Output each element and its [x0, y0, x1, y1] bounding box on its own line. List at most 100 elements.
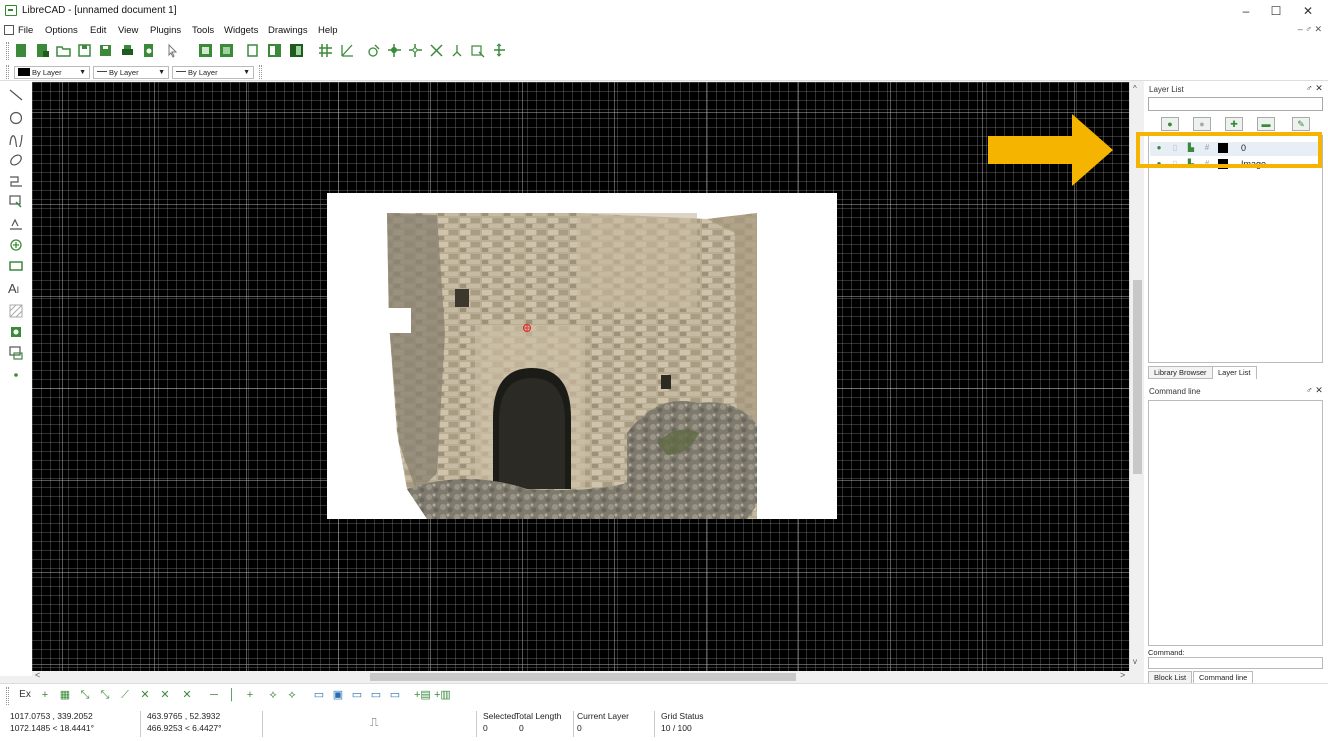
modify-tool-icon[interactable] [8, 237, 24, 253]
snap-endpoint-icon[interactable]: ⤡ [78, 688, 92, 702]
snap-center-icon[interactable]: ⟋ [118, 688, 132, 702]
select-pointer-icon[interactable] [165, 43, 180, 58]
layer-filter-input[interactable] [1148, 97, 1323, 111]
zoom-out-icon[interactable] [408, 43, 423, 58]
paste-icon[interactable] [245, 43, 260, 58]
new-from-template-icon[interactable] [35, 43, 50, 58]
image-tool-icon[interactable] [8, 324, 24, 340]
print-icon[interactable] [120, 43, 135, 58]
remove-view-icon[interactable]: +▥ [434, 688, 451, 702]
snap-exclusive-button[interactable]: Ex [18, 688, 32, 702]
dock-float-close-icon[interactable]: ♂ ✕ [1306, 83, 1323, 94]
text-tool-icon[interactable]: AI [8, 281, 24, 297]
save-icon[interactable] [77, 43, 92, 58]
tab-layer-list[interactable]: Layer List [1212, 366, 1257, 379]
menu-view[interactable]: View [118, 25, 138, 36]
document-icon[interactable] [4, 25, 14, 35]
add-view-icon[interactable]: +▤ [414, 688, 431, 702]
command-history [1148, 400, 1323, 646]
restrict-horizontal-icon[interactable]: ─ [207, 688, 221, 702]
zoom-window-icon[interactable] [471, 43, 486, 58]
select-tool-icon[interactable] [8, 194, 24, 210]
add-layer-button[interactable]: ✚ [1225, 117, 1243, 131]
undo-icon[interactable] [267, 43, 282, 58]
open-folder-icon[interactable] [56, 43, 71, 58]
view-tab-1-icon[interactable]: ▭ [312, 688, 326, 702]
close-button[interactable]: ✕ [1294, 2, 1322, 20]
redo-icon[interactable] [289, 43, 304, 58]
draft-mode-icon[interactable] [340, 43, 355, 58]
redraw-icon[interactable] [366, 43, 381, 58]
view-tab-5-icon[interactable]: ▭ [388, 688, 402, 702]
grid-toggle-icon[interactable] [318, 43, 333, 58]
edit-layer-button[interactable]: ✎ [1292, 117, 1310, 131]
block-tool-icon[interactable] [8, 345, 24, 361]
menu-options[interactable]: Options [45, 25, 78, 36]
print-preview-icon[interactable] [141, 43, 156, 58]
command-input[interactable] [1148, 657, 1323, 669]
mdi-window-controls[interactable]: – ♂ ✕ [1298, 24, 1322, 35]
vertical-scroll-thumb[interactable] [1133, 280, 1142, 474]
line-tool-icon[interactable] [8, 87, 24, 103]
width-select[interactable]: By Layer ▼ [93, 66, 169, 79]
restrict-orthogonal-icon[interactable]: + [243, 688, 257, 702]
snap-grid-icon[interactable]: ▦ [58, 688, 72, 702]
view-tab-2-icon[interactable]: ▣ [331, 688, 345, 702]
vertical-scrollbar[interactable]: ^ v [1129, 82, 1144, 671]
maximize-button[interactable]: ☐ [1262, 2, 1290, 20]
menu-help[interactable]: Help [318, 25, 338, 36]
dock-float-close-icon[interactable]: ♂ ✕ [1306, 385, 1323, 396]
snap-distance-icon[interactable]: ✕ [158, 688, 172, 702]
horizontal-scroll-thumb[interactable] [370, 673, 796, 681]
scroll-left-icon[interactable]: < [35, 670, 40, 680]
menu-plugins[interactable]: Plugins [150, 25, 181, 36]
tab-library-browser[interactable]: Library Browser [1148, 366, 1213, 379]
restrict-vertical-icon[interactable]: │ [225, 688, 239, 702]
scroll-down-icon[interactable]: v [1133, 657, 1137, 666]
scroll-up-icon[interactable]: ^ [1133, 84, 1137, 93]
width-select-value: By Layer [109, 68, 139, 77]
remove-layer-button[interactable]: ▬ [1257, 117, 1275, 131]
menu-file[interactable]: File [18, 25, 33, 36]
relative-zero-icon[interactable]: ⟡ [266, 688, 280, 702]
curve-tool-icon[interactable] [8, 131, 24, 147]
zoom-previous-icon[interactable] [450, 43, 465, 58]
lock-relative-zero-icon[interactable]: ⟡ [285, 688, 299, 702]
zoom-auto-icon[interactable] [429, 43, 444, 58]
menu-edit[interactable]: Edit [90, 25, 106, 36]
point-tool-icon[interactable] [8, 367, 24, 383]
cut-icon[interactable] [198, 43, 213, 58]
zoom-pan-icon[interactable] [492, 43, 507, 58]
menu-drawings[interactable]: Drawings [268, 25, 308, 36]
snap-middle-icon[interactable]: ✕ [138, 688, 152, 702]
view-tab-4-icon[interactable]: ▭ [369, 688, 383, 702]
snap-free-icon[interactable]: + [38, 688, 52, 702]
snap-intersection-icon[interactable]: ✕ [180, 688, 194, 702]
horizontal-scrollbar[interactable]: < > [32, 670, 1129, 683]
ellipse-tool-icon[interactable] [8, 152, 24, 168]
minimize-button[interactable]: – [1232, 2, 1260, 20]
inserted-castle-image[interactable] [327, 193, 837, 519]
menu-widgets[interactable]: Widgets [224, 25, 258, 36]
measure-tool-icon[interactable] [8, 258, 24, 274]
copy-icon[interactable] [219, 43, 234, 58]
linetype-select[interactable]: By Layer ▼ [172, 66, 254, 79]
new-file-icon[interactable] [14, 43, 29, 58]
dimension-tool-icon[interactable] [8, 216, 24, 232]
save-as-icon[interactable] [98, 43, 113, 58]
zoom-in-icon[interactable] [387, 43, 402, 58]
view-tab-3-icon[interactable]: ▭ [350, 688, 364, 702]
scroll-right-icon[interactable]: > [1120, 670, 1125, 680]
snap-on-entity-icon[interactable]: ⤡ [98, 688, 112, 702]
color-select[interactable]: By Layer ▼ [14, 66, 90, 79]
hide-all-layers-button[interactable]: ● [1193, 117, 1211, 131]
polyline-tool-icon[interactable] [8, 173, 24, 189]
circle-tool-icon[interactable] [8, 110, 24, 126]
show-all-layers-button[interactable]: ● [1161, 117, 1179, 131]
toolbar-grip[interactable] [6, 42, 9, 60]
snap-toolbar-grip[interactable] [6, 687, 9, 705]
menu-tools[interactable]: Tools [192, 25, 214, 36]
pen-toolbar-grip[interactable] [6, 65, 9, 79]
hatch-tool-icon[interactable] [8, 303, 24, 319]
selected-label: Selected [483, 711, 517, 721]
